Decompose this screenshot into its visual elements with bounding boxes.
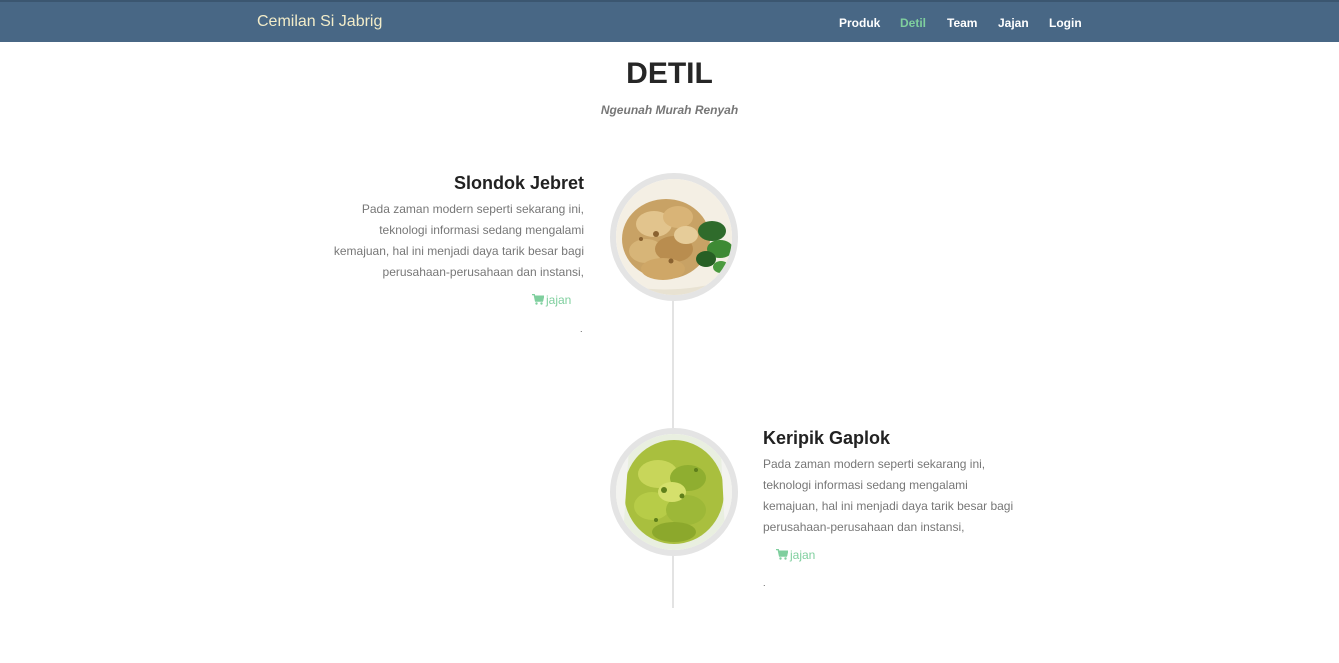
nav-item-login[interactable]: Login — [1049, 15, 1082, 31]
footnote-dot: . — [763, 578, 766, 588]
page-subtitle: Ngeunah Murah Renyah — [600, 103, 739, 117]
product-image-gaplok — [610, 428, 738, 556]
product-name: Keripik Gaplok — [763, 428, 891, 448]
footnote-dot: . — [580, 324, 583, 334]
product-name: Slondok Jebret — [454, 173, 585, 193]
page-title: DETIL — [626, 57, 713, 90]
cart-icon — [776, 549, 788, 560]
jajan-link[interactable]: jajan — [776, 547, 815, 563]
jajan-link-label: jajan — [790, 548, 816, 562]
nav-item-jajan[interactable]: Jajan — [998, 15, 1029, 31]
jajan-link-label: jajan — [546, 293, 572, 307]
jajan-link[interactable]: jajan — [532, 292, 571, 308]
cart-icon — [532, 294, 544, 305]
product-image-slondok — [610, 173, 738, 301]
nav-item-produk[interactable]: Produk — [839, 15, 880, 31]
nav-item-team[interactable]: Team — [947, 15, 977, 31]
nav-item-detil[interactable]: Detil — [900, 15, 926, 31]
product-description: Pada zaman modern seperti sekarang ini, … — [333, 202, 584, 279]
nav-menu: Produk Detil Team Jajan Login — [0, 15, 1339, 33]
product-description: Pada zaman modern seperti sekarang ini, … — [763, 457, 1014, 534]
top-navbar: Cemilan Si Jabrig Produk Detil Team Jaja… — [0, 0, 1339, 42]
